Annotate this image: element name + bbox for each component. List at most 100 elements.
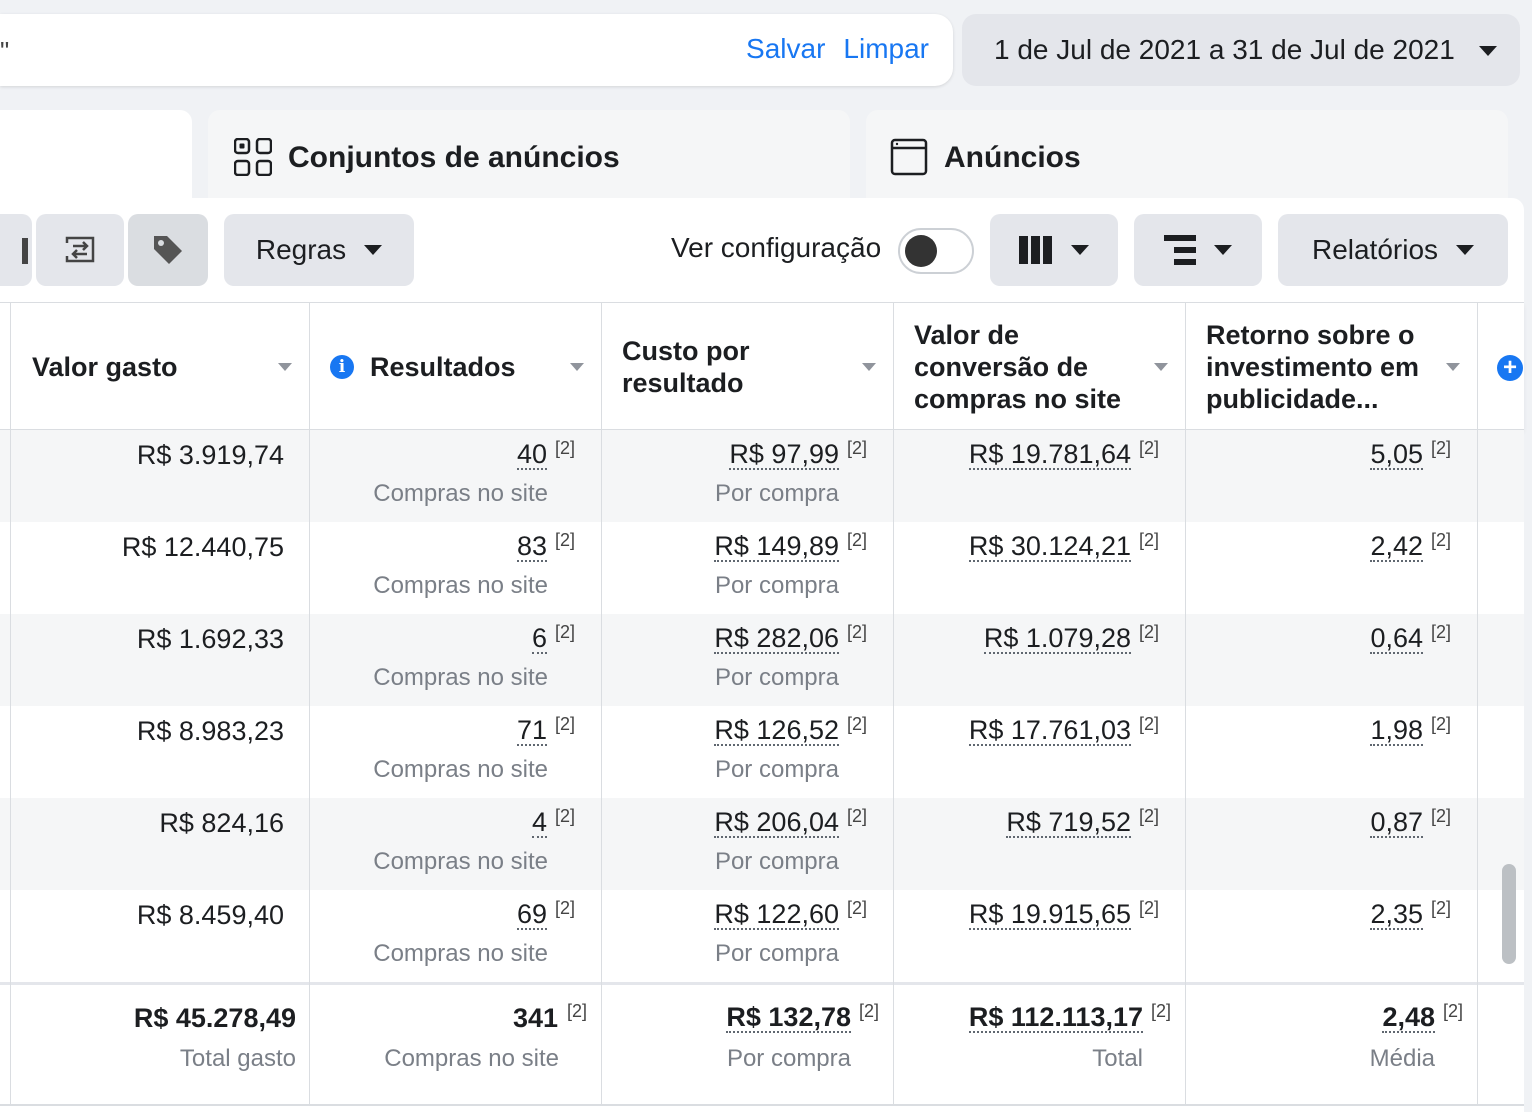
cost-per-result-type: Por compra [714,664,839,691]
footnote-marker: [2] [847,438,868,458]
tag-button[interactable] [128,214,208,286]
results-value[interactable]: 40 [516,440,547,470]
sort-caret-icon[interactable] [1154,363,1168,371]
spend-value: R$ 824,16 [159,808,284,838]
total-cost-per-result[interactable]: R$ 132,78 [726,1003,851,1033]
vertical-scrollbar[interactable] [1502,864,1516,964]
cost-per-result-value[interactable]: R$ 97,99 [729,440,839,470]
table-row[interactable]: R$ 8.983,23 71 [2] Compras no site R$ 126,52… [0,706,1524,798]
spend-value: R$ 8.983,23 [136,716,284,746]
column-header-spend[interactable]: Valor gasto [10,303,310,431]
sort-caret-icon[interactable] [862,363,876,371]
cost-per-result-value[interactable]: R$ 126,52 [714,716,839,746]
grid-icon [234,138,272,176]
results-value[interactable]: 71 [516,716,547,746]
view-config-toggle[interactable] [898,228,974,274]
table-body: R$ 3.919,74 40 [2] Compras no site R$ 97,99 [… [0,430,1524,982]
column-header-roas[interactable]: Retorno sobre o investimento em publicid… [1186,303,1478,431]
footnote-marker: [2] [1431,530,1452,550]
column-header-results[interactable]: i Resultados [310,303,602,431]
table-row[interactable]: R$ 1.692,33 6 [2] Compras no site R$ 282,06 [… [0,614,1524,706]
column-header-label: Valor gasto [32,352,178,382]
cost-per-result-value[interactable]: R$ 282,06 [714,624,839,654]
column-header-cost-per-result[interactable]: Custo por resultado [602,303,894,431]
cost-per-result-value[interactable]: R$ 206,04 [714,808,839,838]
conversion-value[interactable]: R$ 1.079,28 [983,624,1131,654]
table-row[interactable]: R$ 824,16 4 [2] Compras no site R$ 206,04 [2]… [0,798,1524,890]
footnote-marker: [2] [1431,714,1452,734]
total-conversion-value[interactable]: R$ 112.113,17 [968,1003,1143,1033]
column-header-label: Resultados [370,352,516,382]
footnote-marker: [2] [1139,898,1160,918]
conversion-value[interactable]: R$ 19.781,64 [968,440,1131,470]
roas-value[interactable]: 5,05 [1370,440,1423,470]
tab-ads[interactable]: Anúncios [866,110,1508,210]
results-value[interactable]: 69 [516,900,547,930]
search-bar[interactable]: " Salvar Limpar [0,14,953,86]
footnote-marker: [2] [847,530,868,550]
conversion-value[interactable]: R$ 30.124,21 [968,532,1131,562]
roas-value[interactable]: 2,35 [1370,900,1423,930]
conversion-value[interactable]: R$ 719,52 [1006,808,1131,838]
footnote-marker: [2] [1151,1001,1172,1021]
column-divider [1185,302,1186,1106]
clear-filter-button[interactable]: Limpar [843,33,929,65]
toggle-knob [905,235,937,267]
table-row[interactable]: R$ 8.459,40 69 [2] Compras no site R$ 122,60… [0,890,1524,982]
cost-per-result-value[interactable]: R$ 122,60 [714,900,839,930]
results-value[interactable]: 6 [531,624,547,654]
column-divider [601,302,602,1106]
table-row[interactable]: R$ 3.919,74 40 [2] Compras no site R$ 97,99 [… [0,430,1524,522]
footnote-marker: [2] [1139,806,1160,826]
breakdown-dropdown[interactable] [1134,214,1262,286]
column-divider [309,302,310,1106]
results-value[interactable]: 83 [516,532,547,562]
date-range-picker[interactable]: 1 de Jul de 2021 a 31 de Jul de 2021 [962,14,1520,86]
tab-ad-sets[interactable]: Conjuntos de anúncios [208,110,850,210]
column-header-conversion-value[interactable]: Valor de conversão de compras no site [894,303,1186,431]
tab-campaigns[interactable] [0,110,192,210]
total-results-label: Compras no site [384,1045,559,1072]
columns-dropdown[interactable] [990,214,1118,286]
column-divider [1477,302,1478,1106]
reports-dropdown[interactable]: Relatórios [1278,214,1508,286]
conversion-value[interactable]: R$ 17.761,03 [968,716,1131,746]
chevron-down-icon [1479,46,1497,56]
footnote-marker: [2] [555,438,576,458]
spend-value: R$ 1.692,33 [136,624,284,654]
ab-test-button[interactable] [36,214,124,286]
save-filter-button[interactable]: Salvar [746,33,825,65]
sort-caret-icon[interactable] [570,363,584,371]
results-type: Compras no site [373,940,548,967]
cost-per-result-type: Por compra [714,572,839,599]
ab-test-icon [65,236,95,263]
add-column-icon[interactable]: + [1497,355,1523,381]
footnote-marker: [2] [1431,438,1452,458]
table-row[interactable]: R$ 12.440,75 83 [2] Compras no site R$ 149,8… [0,522,1524,614]
rules-dropdown[interactable]: Regras [224,214,414,286]
results-type: Compras no site [373,664,548,691]
breakdown-icon [1164,235,1196,265]
column-divider [893,302,894,1106]
footnote-marker: [2] [567,1001,588,1021]
roas-value[interactable]: 1,98 [1370,716,1423,746]
roas-value[interactable]: 0,64 [1370,624,1423,654]
chevron-down-icon [1071,245,1089,255]
toolbar-more-button[interactable] [0,214,32,286]
sort-caret-icon[interactable] [1446,363,1460,371]
conversion-value[interactable]: R$ 19.915,65 [968,900,1131,930]
roas-value[interactable]: 0,87 [1370,808,1423,838]
chevron-down-icon [1214,245,1232,255]
sort-caret-icon[interactable] [278,363,292,371]
cost-per-result-value[interactable]: R$ 149,89 [714,532,839,562]
info-icon[interactable]: i [330,355,354,379]
search-query-text: " [0,36,10,66]
tag-icon [154,236,182,264]
results-type: Compras no site [373,756,548,783]
roas-value[interactable]: 2,42 [1370,532,1423,562]
total-roas[interactable]: 2,48 [1382,1003,1435,1033]
total-conv-label: Total [1092,1045,1143,1072]
spend-value: R$ 12.440,75 [121,532,284,562]
results-type: Compras no site [373,848,548,875]
results-value[interactable]: 4 [531,808,547,838]
